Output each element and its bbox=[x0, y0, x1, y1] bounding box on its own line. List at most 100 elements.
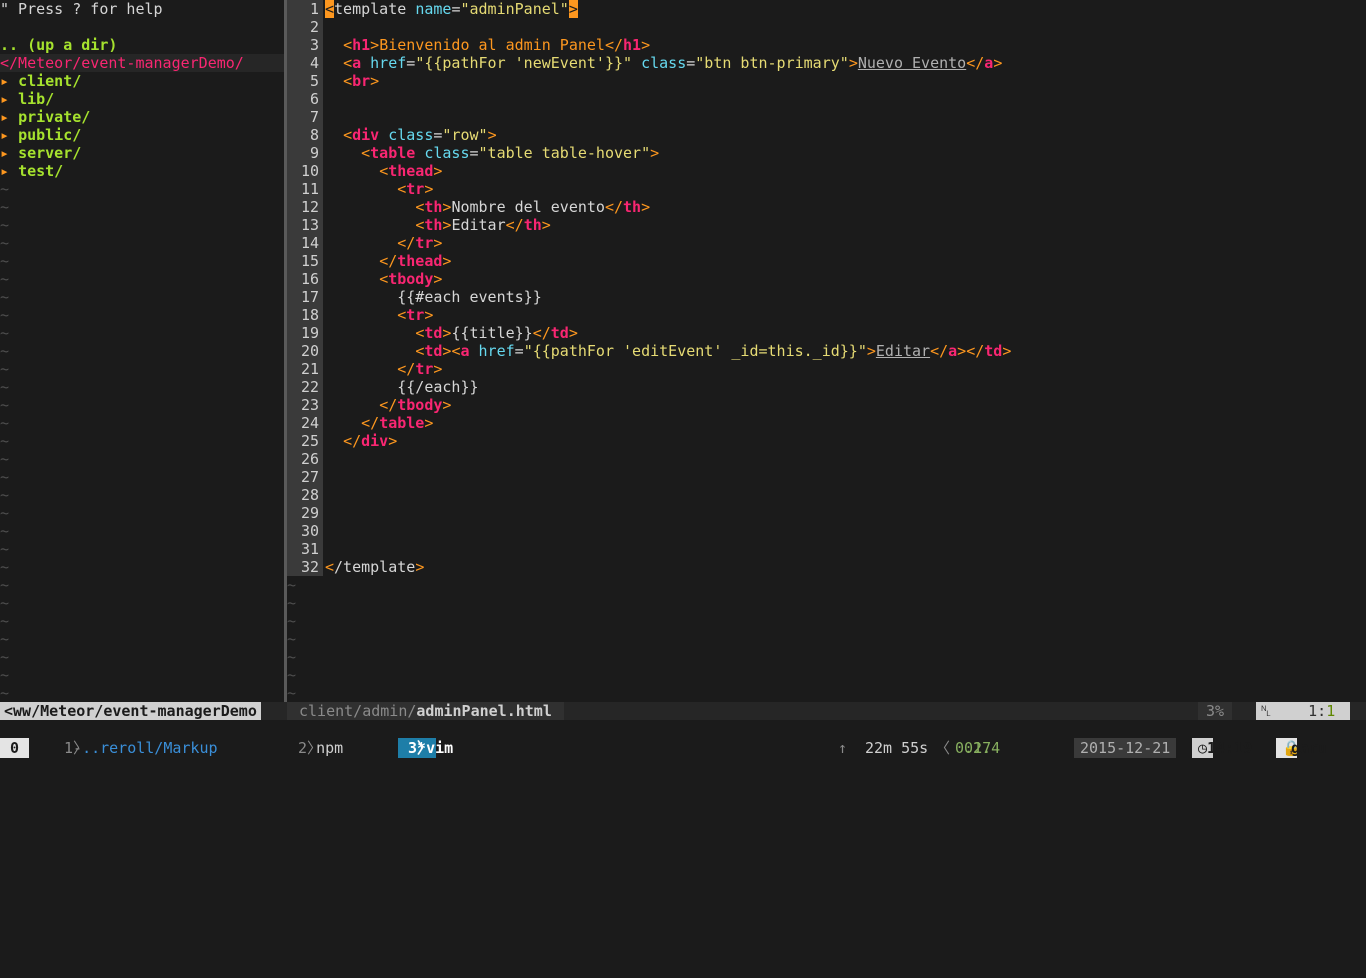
line-content bbox=[323, 468, 325, 486]
empty-line-tilde: ~ bbox=[0, 666, 10, 684]
code-punctuation bbox=[406, 0, 415, 18]
code-line[interactable]: 24 </table> bbox=[287, 414, 1366, 432]
code-token: Nombre del evento bbox=[451, 198, 605, 216]
code-line[interactable]: 9 <table class="table table-hover"> bbox=[287, 144, 1366, 162]
code-line[interactable]: 17 {{#each events}} bbox=[287, 288, 1366, 306]
code-line[interactable]: 18 <tr> bbox=[287, 306, 1366, 324]
editor-pane[interactable]: 1 <template name="adminPanel"> 2 3 <h1>Bien… bbox=[287, 0, 1366, 702]
code-line[interactable]: 10 <thead> bbox=[287, 162, 1366, 180]
tmux-window-2[interactable]: 2 〉 npm bbox=[298, 738, 343, 758]
nerdtree-dir-item[interactable]: ▸ private/ bbox=[0, 108, 284, 126]
nerdtree-root[interactable]: </Meteor/event-managerDemo/ bbox=[0, 54, 284, 72]
code-punctuation bbox=[325, 324, 415, 342]
triangle-right-icon: ▸ bbox=[0, 90, 10, 108]
line-number: 31 bbox=[287, 540, 323, 558]
code-line[interactable]: 19 <td>{{title}}</td> bbox=[287, 324, 1366, 342]
code-line[interactable]: 22 {{/each}} bbox=[287, 378, 1366, 396]
empty-line-tilde: ~ bbox=[0, 198, 10, 216]
code-line[interactable]: 1 <template name="adminPanel"> bbox=[287, 0, 1366, 18]
line-content: <th>Nombre del evento</th> bbox=[323, 198, 650, 216]
line-content: <h1>Bienvenido al admin Panel</h1> bbox=[323, 36, 650, 54]
code-line[interactable]: 26 bbox=[287, 450, 1366, 468]
nerdtree-dir-name: server/ bbox=[18, 144, 82, 162]
code-line[interactable]: 12 <th>Nombre del evento</th> bbox=[287, 198, 1366, 216]
code-punctuation: < bbox=[343, 54, 353, 72]
code-line[interactable]: 3 <h1>Bienvenido al admin Panel</h1> bbox=[287, 36, 1366, 54]
code-line[interactable]: 21 </tr> bbox=[287, 360, 1366, 378]
line-content: <template name="adminPanel"> bbox=[323, 0, 578, 18]
code-punctuation: < bbox=[397, 306, 407, 324]
statusline-file-dir: client/admin/ bbox=[299, 702, 417, 720]
empty-line-tilde: ~ bbox=[0, 288, 10, 306]
empty-line-tilde: ~ bbox=[287, 612, 297, 630]
code-punctuation: < bbox=[415, 216, 425, 234]
code-punctuation bbox=[325, 306, 397, 324]
code-line[interactable]: 5 <br> bbox=[287, 72, 1366, 90]
code-token: tr bbox=[406, 306, 425, 324]
code-line[interactable]: 13 <th>Editar</th> bbox=[287, 216, 1366, 234]
code-punctuation: < bbox=[343, 72, 353, 90]
nerdtree-dir-item[interactable]: ▸ test/ bbox=[0, 162, 284, 180]
code-punctuation: < bbox=[379, 270, 389, 288]
nerdtree-dir-item[interactable]: ▸ lib/ bbox=[0, 90, 284, 108]
empty-line-tilde: ~ bbox=[0, 594, 10, 612]
nerdtree-dir-item[interactable]: ▸ client/ bbox=[0, 72, 284, 90]
code-token: "adminPanel" bbox=[460, 0, 569, 18]
code-token: td bbox=[550, 324, 569, 342]
line-content: {{/each}} bbox=[323, 378, 478, 396]
code-punctuation: < bbox=[343, 36, 353, 54]
nerdtree-dir-item[interactable]: ▸ public/ bbox=[0, 126, 284, 144]
tmux-session[interactable]: 0 bbox=[0, 738, 30, 758]
code-line[interactable]: 7 bbox=[287, 108, 1366, 126]
empty-line-tilde: ~ bbox=[287, 630, 297, 648]
code-line[interactable]: 23 </tbody> bbox=[287, 396, 1366, 414]
code-line[interactable]: 30 bbox=[287, 522, 1366, 540]
statusline-tree-path: <ww/Meteor/event-managerDemo bbox=[0, 702, 261, 720]
code-token: div bbox=[352, 126, 380, 144]
code-line[interactable]: 8 <div class="row"> bbox=[287, 126, 1366, 144]
code-line[interactable]: 27 bbox=[287, 468, 1366, 486]
line-number: 18 bbox=[287, 306, 323, 324]
code-line[interactable]: 16 <tbody> bbox=[287, 270, 1366, 288]
nerdtree-dir-list: ▸ client/▸ lib/▸ private/▸ public/▸ serv… bbox=[0, 72, 284, 180]
code-punctuation: < bbox=[415, 342, 425, 360]
code-line[interactable]: 15 </thead> bbox=[287, 252, 1366, 270]
code-punctuation bbox=[325, 54, 343, 72]
code-token: tbody bbox=[388, 270, 434, 288]
code-line[interactable]: 4 <a href="{{pathFor 'newEvent'}}" class… bbox=[287, 54, 1366, 72]
line-content: <thead> bbox=[323, 162, 442, 180]
command-line[interactable] bbox=[0, 720, 1366, 738]
code-punctuation bbox=[470, 342, 479, 360]
line-number: 6 bbox=[287, 90, 323, 108]
empty-line-tilde: ~ bbox=[0, 450, 10, 468]
code-line[interactable]: 29 bbox=[287, 504, 1366, 522]
line-content bbox=[323, 540, 325, 558]
empty-line-tilde: ~ bbox=[0, 522, 10, 540]
code-line[interactable]: 6 bbox=[287, 90, 1366, 108]
code-line[interactable]: 31 bbox=[287, 540, 1366, 558]
code-punctuation: > bbox=[993, 54, 1003, 72]
statusline-file-name: adminPanel.html bbox=[416, 702, 552, 720]
nerdtree-dir-item[interactable]: ▸ server/ bbox=[0, 144, 284, 162]
statusline-col: 1 bbox=[1326, 702, 1336, 720]
nerdtree-dir-name: lib/ bbox=[18, 90, 55, 108]
code-line[interactable]: 2 bbox=[287, 18, 1366, 36]
code-token: "{{pathFor 'editEvent' _id=this._id}}" bbox=[523, 342, 867, 360]
tmux-window-1[interactable]: 1- 〉 ..reroll/Markup bbox=[64, 738, 218, 758]
code-line[interactable]: 14 </tr> bbox=[287, 234, 1366, 252]
code-token: table bbox=[379, 414, 425, 432]
code-line[interactable]: 11 <tr> bbox=[287, 180, 1366, 198]
empty-line-tilde: ~ bbox=[0, 432, 10, 450]
code-line[interactable]: 25 </div> bbox=[287, 432, 1366, 450]
code-line[interactable]: 32 </template> bbox=[287, 558, 1366, 576]
code-line[interactable]: 20 <td><a href="{{pathFor 'editEvent' _i… bbox=[287, 342, 1366, 360]
tmux-window-3-current[interactable]: 3* 〉 vim bbox=[398, 738, 453, 758]
code-token: Editar bbox=[451, 216, 506, 234]
empty-line-tilde: ~ bbox=[0, 576, 10, 594]
empty-line-tilde: ~ bbox=[0, 306, 10, 324]
nerdtree-pane[interactable]: " Press ? for help .. (up a dir) </Meteo… bbox=[0, 0, 284, 702]
line-content: <th>Editar</th> bbox=[323, 216, 550, 234]
nerdtree-up-dir[interactable]: .. (up a dir) bbox=[0, 36, 284, 54]
nerdtree-dir-name: public/ bbox=[18, 126, 82, 144]
code-line[interactable]: 28 bbox=[287, 486, 1366, 504]
